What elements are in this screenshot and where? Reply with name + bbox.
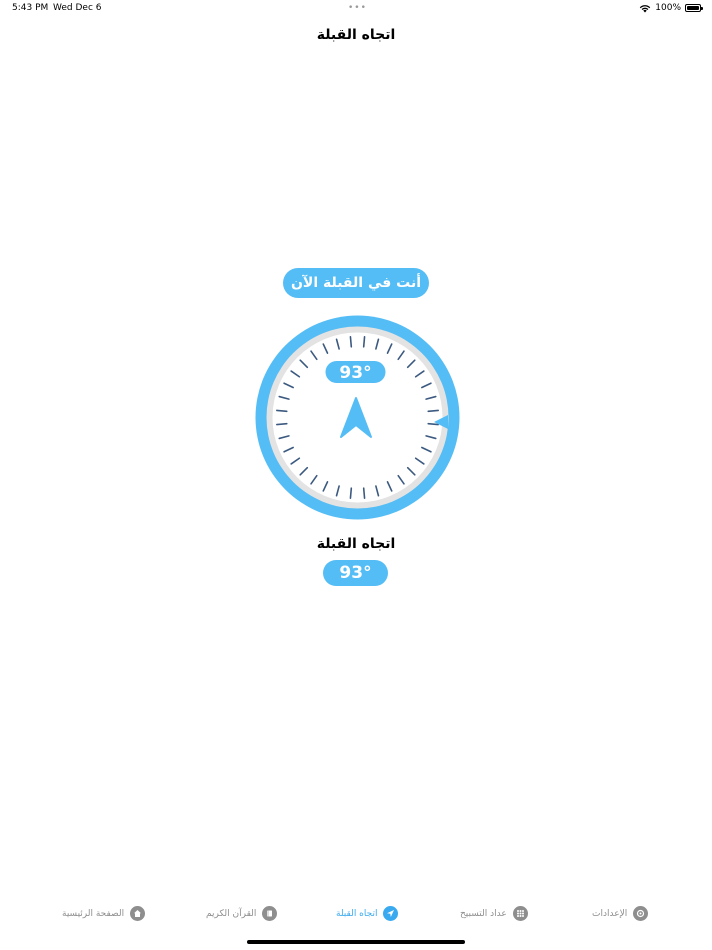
- tab-tasbih-counter[interactable]: عداد التسبيح: [460, 906, 528, 921]
- compass-tick: [427, 422, 439, 426]
- compass-tick: [362, 487, 366, 499]
- tab-settings[interactable]: الإعدادات: [592, 906, 649, 921]
- multitasking-dots-icon[interactable]: •••: [348, 3, 367, 13]
- tasbih-counter-icon: [512, 906, 528, 921]
- settings-icon: [633, 906, 649, 921]
- compass-tick: [362, 336, 366, 348]
- compass-tick: [276, 409, 288, 413]
- compass-tick: [349, 487, 353, 499]
- qibla-direction-label: اتجاه القبلة: [316, 536, 396, 552]
- compass-tick: [276, 422, 288, 426]
- tab-qibla[interactable]: اتجاه القبلة: [336, 906, 399, 921]
- battery-icon: [685, 4, 703, 12]
- home-icon: [130, 906, 146, 921]
- tab-home-label: الصفحة الرئيسية: [62, 908, 125, 919]
- tab-qibla-label: اتجاه القبلة: [336, 908, 378, 919]
- tab-home[interactable]: الصفحة الرئيسية: [62, 906, 146, 921]
- tab-settings-label: الإعدادات: [592, 908, 628, 919]
- qibla-compass: 93°: [255, 315, 460, 520]
- page-title: اتجاه القبلة: [316, 27, 396, 43]
- tab-tasbih-counter-label: عداد التسبيح: [460, 908, 507, 919]
- qibla-degree-badge: 93°: [323, 560, 388, 586]
- battery-percent: 100%: [655, 3, 681, 13]
- compass-degree-text: 93°: [339, 363, 371, 383]
- compass-tick: [427, 409, 439, 413]
- location-arrow-icon: [383, 906, 399, 921]
- tab-quran-label: القرآن الكريم: [206, 908, 257, 919]
- qibla-status-badge: أنت في القبلة الآن: [283, 268, 429, 298]
- status-bar: 5:43 PM Wed Dec 6 ••• 100%: [0, 0, 712, 18]
- status-right: 100%: [639, 3, 703, 13]
- status-time: 5:43 PM: [12, 3, 49, 13]
- status-date: Wed Dec 6: [53, 3, 102, 13]
- tab-quran[interactable]: القرآن الكريم: [206, 906, 278, 921]
- home-indicator[interactable]: [247, 940, 465, 944]
- wifi-icon: [640, 4, 651, 12]
- compass-tick: [349, 336, 353, 348]
- book-icon: [262, 906, 278, 921]
- battery-fill: [687, 6, 699, 10]
- tab-bar: الإعدادات عداد التسبيح اتجاه القبلة القر…: [0, 892, 712, 950]
